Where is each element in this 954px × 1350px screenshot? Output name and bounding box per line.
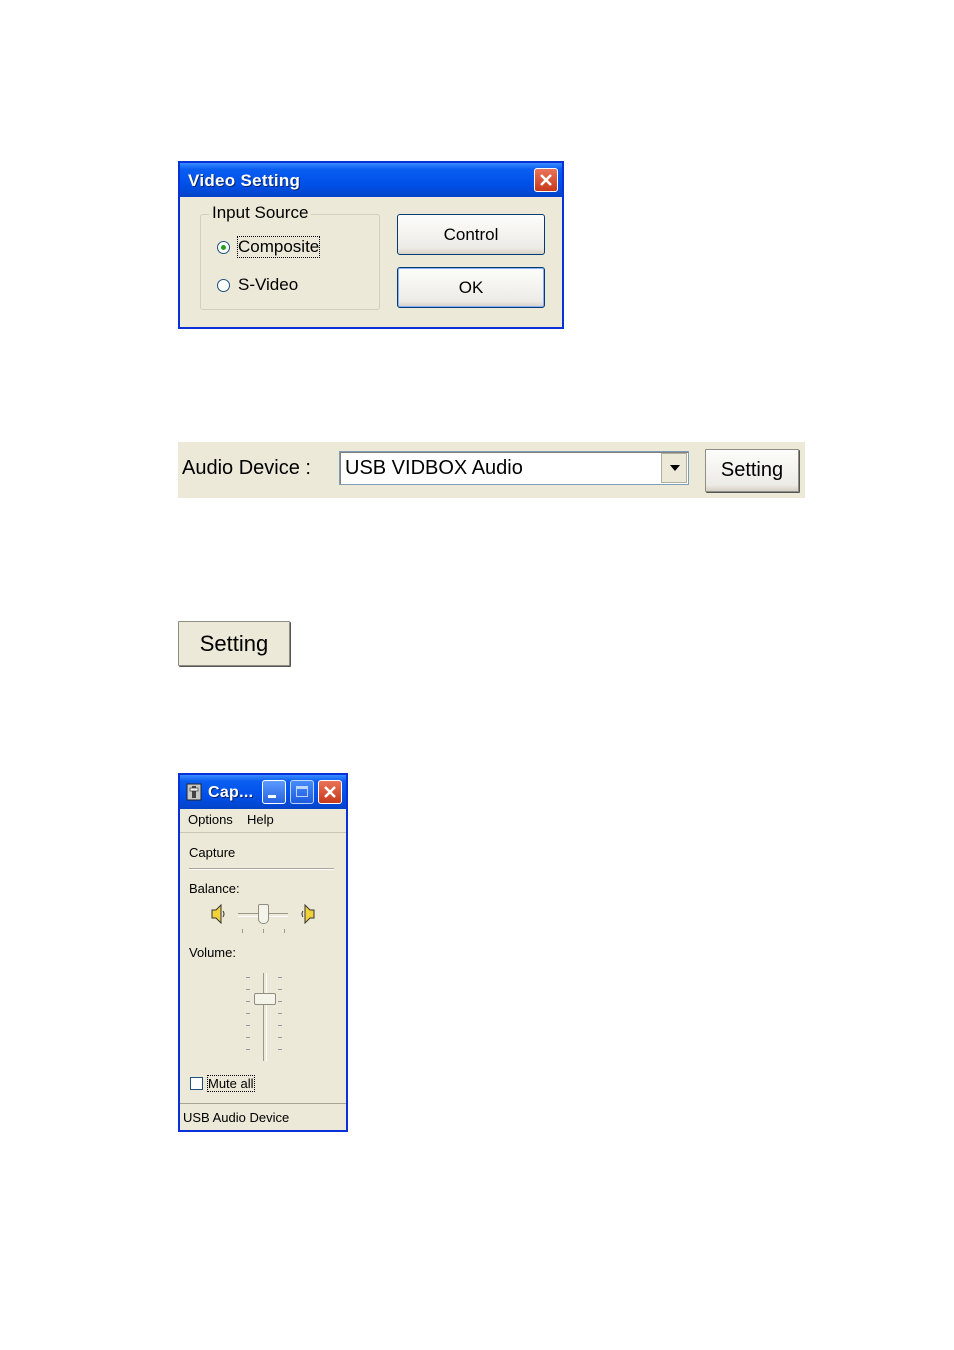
menu-bar: Options Help [180, 809, 346, 833]
mixer-title-bar[interactable]: Cap... [180, 775, 346, 809]
composite-label: Composite [236, 236, 321, 258]
svideo-option[interactable]: S-Video [217, 275, 298, 295]
speaker-left-icon [211, 904, 225, 924]
minimize-icon [268, 795, 276, 798]
volume-track [263, 973, 267, 1061]
capture-section-label: Capture [189, 845, 236, 860]
svideo-radio[interactable] [217, 278, 230, 292]
close-icon [324, 786, 336, 798]
audio-device-panel: Audio Device : USB VIDBOX Audio Setting [178, 442, 805, 498]
balance-label: Balance: [189, 881, 240, 896]
close-button[interactable] [534, 168, 558, 192]
audio-device-label: Audio Device : [182, 457, 311, 479]
mute-all-label[interactable]: Mute all [207, 1075, 255, 1092]
svideo-label: S-Video [238, 275, 299, 294]
balance-tick-marks [240, 929, 286, 933]
control-button[interactable]: Control [397, 214, 545, 255]
composite-option[interactable]: Composite [217, 236, 321, 258]
dropdown-button[interactable] [661, 453, 687, 483]
speaker-right-icon [301, 904, 315, 924]
dialog-title: Video Setting [188, 171, 301, 190]
chevron-down-icon [670, 465, 680, 471]
mixer-close-button[interactable] [318, 780, 342, 804]
section-divider [189, 868, 334, 870]
ok-button[interactable]: OK [397, 267, 545, 308]
input-source-group: Input Source Composite S-Video [200, 203, 380, 310]
maximize-button[interactable] [290, 780, 314, 804]
mute-all-checkbox[interactable] [190, 1077, 203, 1090]
title-bar[interactable]: Video Setting [180, 163, 562, 197]
maximize-icon [296, 786, 308, 797]
status-bar: USB Audio Device [180, 1103, 346, 1130]
menu-options[interactable]: Options [188, 812, 233, 827]
menu-help[interactable]: Help [247, 812, 274, 827]
video-setting-dialog: Video Setting Input Source Composite S-V… [178, 161, 564, 329]
mixer-title: Cap... [208, 784, 254, 801]
audio-setting-button[interactable]: Setting [705, 449, 799, 492]
status-text: USB Audio Device [183, 1110, 290, 1125]
close-icon [540, 174, 552, 186]
minimize-button[interactable] [262, 780, 286, 804]
capture-mixer-window: Cap... Options Help Capture Balance: Vol… [178, 773, 348, 1132]
volume-tick-marks-right [278, 977, 282, 1061]
setting-button[interactable]: Setting [178, 621, 290, 666]
input-source-label: Input Source [209, 203, 312, 223]
volume-tick-marks-left [246, 977, 250, 1061]
volume-label: Volume: [189, 945, 236, 960]
volume-slider-thumb[interactable] [254, 993, 276, 1006]
audio-device-select[interactable]: USB VIDBOX Audio [339, 451, 689, 485]
speaker-app-icon [186, 783, 202, 801]
composite-radio[interactable] [217, 240, 230, 254]
selected-device: USB VIDBOX Audio [345, 457, 523, 479]
balance-slider-thumb[interactable] [257, 904, 269, 924]
